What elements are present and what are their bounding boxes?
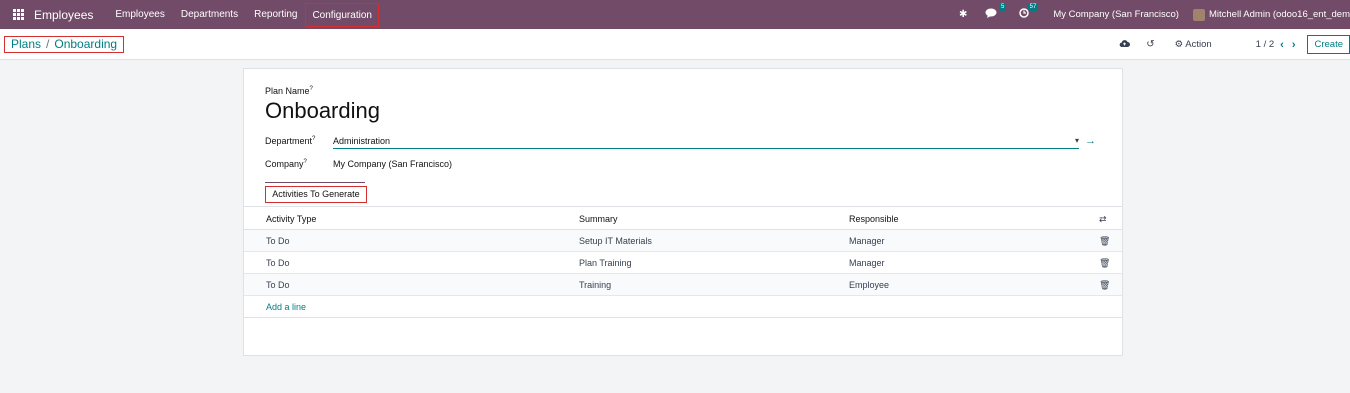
table-row[interactable]: To Do Setup IT Materials Manager 🗑	[244, 230, 1122, 252]
table-row[interactable]: To Do Training Employee 🗑	[244, 274, 1122, 296]
messages-badge: 5	[998, 3, 1007, 11]
cell-summary: Plan Training	[579, 258, 632, 268]
table-row[interactable]: To Do Plan Training Manager 🗑	[244, 252, 1122, 274]
cell-summary: Setup IT Materials	[579, 236, 652, 246]
cell-responsible: Employee	[849, 280, 890, 290]
activities-badge: 57	[1027, 3, 1039, 11]
activities-table: Activity Type Summary Responsible ⇄ To D…	[244, 206, 1122, 318]
main-menu: Employees Departments Reporting Configur…	[107, 0, 379, 29]
chevron-down-icon[interactable]: ▾	[1075, 136, 1079, 145]
user-menu[interactable]: Mitchell Admin (odoo16_ent_dem	[1192, 8, 1350, 21]
tab-indicator	[265, 182, 365, 183]
activities-icon[interactable]: 57	[1019, 3, 1039, 21]
menu-employees[interactable]: Employees	[107, 3, 172, 27]
internal-link-arrow-icon[interactable]: →	[1085, 135, 1096, 147]
breadcrumb: Plans / Onboarding	[4, 36, 125, 53]
menu-configuration[interactable]: Configuration	[305, 2, 379, 27]
plan-name-label: Plan Name?	[265, 86, 313, 96]
breadcrumb-separator: /	[46, 37, 50, 51]
avatar	[1192, 8, 1205, 21]
cell-summary: Training	[579, 280, 612, 290]
plan-name-input[interactable]: Onboarding	[265, 98, 380, 124]
cell-responsible: Manager	[849, 258, 885, 268]
tab-activities-to-generate[interactable]: Activities To Generate	[265, 186, 367, 203]
control-panel: Plans / Onboarding ↺ ⚙ Action 1 / 2 ‹ › …	[0, 29, 1350, 60]
menu-departments[interactable]: Departments	[173, 3, 246, 27]
top-navbar: Employees Employees Departments Reportin…	[0, 0, 1350, 29]
column-responsible[interactable]: Responsible	[849, 207, 899, 231]
table-header: Activity Type Summary Responsible ⇄	[244, 206, 1122, 230]
pager-next-icon[interactable]: ›	[1292, 39, 1296, 51]
breadcrumb-plans[interactable]: Plans	[11, 37, 41, 52]
pager-value[interactable]: 1 / 2	[1256, 39, 1275, 50]
pager-previous-icon[interactable]: ‹	[1280, 39, 1284, 51]
company-field[interactable]: My Company (San Francisco)	[333, 159, 452, 169]
cell-activity-type: To Do	[266, 258, 290, 268]
optional-columns-icon[interactable]: ⇄	[1099, 207, 1107, 231]
company-switcher[interactable]: My Company (San Francisco)	[1053, 9, 1179, 20]
trash-icon[interactable]: 🗑	[1099, 230, 1110, 252]
app-name[interactable]: Employees	[34, 8, 93, 22]
column-activity-type[interactable]: Activity Type	[266, 207, 316, 231]
column-summary[interactable]: Summary	[579, 207, 618, 231]
form-sheet: Plan Name? Onboarding Department? Admini…	[243, 68, 1123, 356]
discard-icon[interactable]: ↺	[1146, 39, 1154, 50]
user-name: Mitchell Admin (odoo16_ent_dem	[1208, 9, 1350, 20]
save-cloud-icon[interactable]	[1119, 39, 1131, 51]
department-value: Administration	[333, 136, 391, 146]
department-help[interactable]: ?	[312, 136, 315, 142]
breadcrumb-current: Onboarding	[54, 37, 118, 51]
bug-icon[interactable]: ✱	[959, 9, 967, 20]
action-label: Action	[1185, 39, 1212, 50]
trash-icon[interactable]: 🗑	[1099, 274, 1110, 296]
cell-responsible: Manager	[849, 236, 885, 246]
company-help[interactable]: ?	[304, 159, 307, 165]
cell-activity-type: To Do	[266, 280, 290, 290]
action-button[interactable]: ⚙ Action	[1175, 39, 1212, 50]
department-field[interactable]: Administration ▾	[333, 136, 1079, 149]
cell-activity-type: To Do	[266, 236, 290, 246]
add-line-link[interactable]: Add a line	[266, 296, 306, 318]
add-line-row: Add a line	[244, 296, 1122, 318]
menu-reporting[interactable]: Reporting	[246, 3, 305, 27]
messages-icon[interactable]: 5	[985, 3, 1007, 21]
department-label: Department?	[265, 136, 316, 146]
create-button[interactable]: Create	[1307, 35, 1350, 54]
app-menu-icon[interactable]	[8, 9, 28, 20]
company-label: Company?	[265, 159, 307, 169]
plan-name-help[interactable]: ?	[310, 86, 313, 92]
trash-icon[interactable]: 🗑	[1099, 252, 1110, 274]
